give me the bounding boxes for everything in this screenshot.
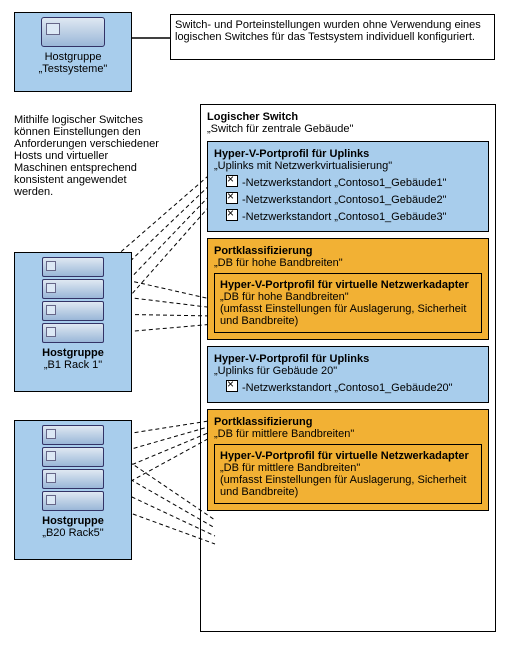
vap2-subtitle: „DB für mittlere Bandbreiten" <box>220 462 476 474</box>
portclass2-title: Portklassifizierung <box>214 416 482 428</box>
hostgroup-b20-rack5: Hostgruppe „B20 Rack5" <box>14 420 132 560</box>
server-unit-icon <box>42 301 104 321</box>
uplink1-site3: -Netzwerkstandort „Contoso1_Gebäude3" <box>242 211 446 223</box>
uplink1-site-row: -Netzwerkstandort „Contoso1_Gebäude2" <box>226 191 482 206</box>
port-classification-2: Portklassifizierung „DB für mittlere Ban… <box>207 409 489 511</box>
server-unit-icon <box>42 257 104 277</box>
uplink2-site1: -Netzwerkstandort „Contoso1_Gebäude20" <box>242 382 453 394</box>
hostgroup-test-label2: „Testsysteme" <box>39 63 108 75</box>
virtual-adapter-profile-2: Hyper-V-Portprofil für virtuelle Netzwer… <box>214 444 482 504</box>
uplink1-site-row: -Netzwerkstandort „Contoso1_Gebäude3" <box>226 208 482 223</box>
port-classification-1: Portklassifizierung „DB für hohe Bandbre… <box>207 238 489 340</box>
checkbox-icon <box>226 380 238 392</box>
description-text: Mithilfe logischer Switches können Einst… <box>14 114 162 198</box>
note-box: Switch- und Porteinstellungen wurden ohn… <box>170 14 495 60</box>
logical-switch: Logischer Switch „Switch für zentrale Ge… <box>200 104 496 632</box>
vap2-title: Hyper-V-Portprofil für virtuelle Netzwer… <box>220 450 476 462</box>
server-unit-icon <box>42 469 104 489</box>
portclass1-title: Portklassifizierung <box>214 245 482 257</box>
server-unit-icon <box>42 425 104 445</box>
uplink1-site2: -Netzwerkstandort „Contoso1_Gebäude2" <box>242 194 446 206</box>
checkbox-icon <box>226 175 238 187</box>
hostgroup-test: Hostgruppe „Testsysteme" <box>14 12 132 92</box>
hostgroup-test-label1: Hostgruppe <box>45 51 102 63</box>
hostgroup2-label2: „B20 Rack5" <box>42 527 103 539</box>
uplink2-title: Hyper-V-Portprofil für Uplinks <box>214 353 482 365</box>
uplink2-subtitle: „Uplinks für Gebäude 20" <box>214 365 482 377</box>
server-unit-icon <box>42 447 104 467</box>
uplink1-title: Hyper-V-Portprofil für Uplinks <box>214 148 482 160</box>
uplink1-site1: -Netzwerkstandort „Contoso1_Gebäude1" <box>242 177 446 189</box>
logical-switch-subtitle: „Switch für zentrale Gebäude" <box>207 123 489 135</box>
hostgroup1-label2: „B1 Rack 1" <box>44 359 102 371</box>
vap1-title: Hyper-V-Portprofil für virtuelle Netzwer… <box>220 279 476 291</box>
logical-switch-title: Logischer Switch <box>207 111 489 123</box>
vap2-detail: (umfasst Einstellungen für Auslagerung, … <box>220 474 476 498</box>
checkbox-icon <box>226 209 238 221</box>
server-unit-icon <box>42 279 104 299</box>
uplink-profile-2: Hyper-V-Portprofil für Uplinks „Uplinks … <box>207 346 489 403</box>
uplink1-subtitle: „Uplinks mit Netzwerkvirtualisierung" <box>214 160 482 172</box>
hostgroup1-label1: Hostgruppe <box>42 347 104 359</box>
virtual-adapter-profile-1: Hyper-V-Portprofil für virtuelle Netzwer… <box>214 273 482 333</box>
uplink-profile-1: Hyper-V-Portprofil für Uplinks „Uplinks … <box>207 141 489 232</box>
uplink2-site-row: -Netzwerkstandort „Contoso1_Gebäude20" <box>226 379 482 394</box>
note-text: Switch- und Porteinstellungen wurden ohn… <box>175 19 481 43</box>
checkbox-icon <box>226 192 238 204</box>
portclass2-subtitle: „DB für mittlere Bandbreiten" <box>214 428 482 440</box>
vap1-detail: (umfasst Einstellungen für Auslagerung, … <box>220 303 476 327</box>
server-unit-icon <box>42 323 104 343</box>
server-unit-icon <box>42 491 104 511</box>
hostgroup2-label1: Hostgruppe <box>42 515 104 527</box>
server-stack-icon <box>42 425 104 513</box>
server-icon <box>41 17 105 47</box>
uplink1-site-row: -Netzwerkstandort „Contoso1_Gebäude1" <box>226 174 482 189</box>
hostgroup-b1-rack1: Hostgruppe „B1 Rack 1" <box>14 252 132 392</box>
server-stack-icon <box>42 257 104 345</box>
portclass1-subtitle: „DB für hohe Bandbreiten" <box>214 257 482 269</box>
vap1-subtitle: „DB für hohe Bandbreiten" <box>220 291 476 303</box>
